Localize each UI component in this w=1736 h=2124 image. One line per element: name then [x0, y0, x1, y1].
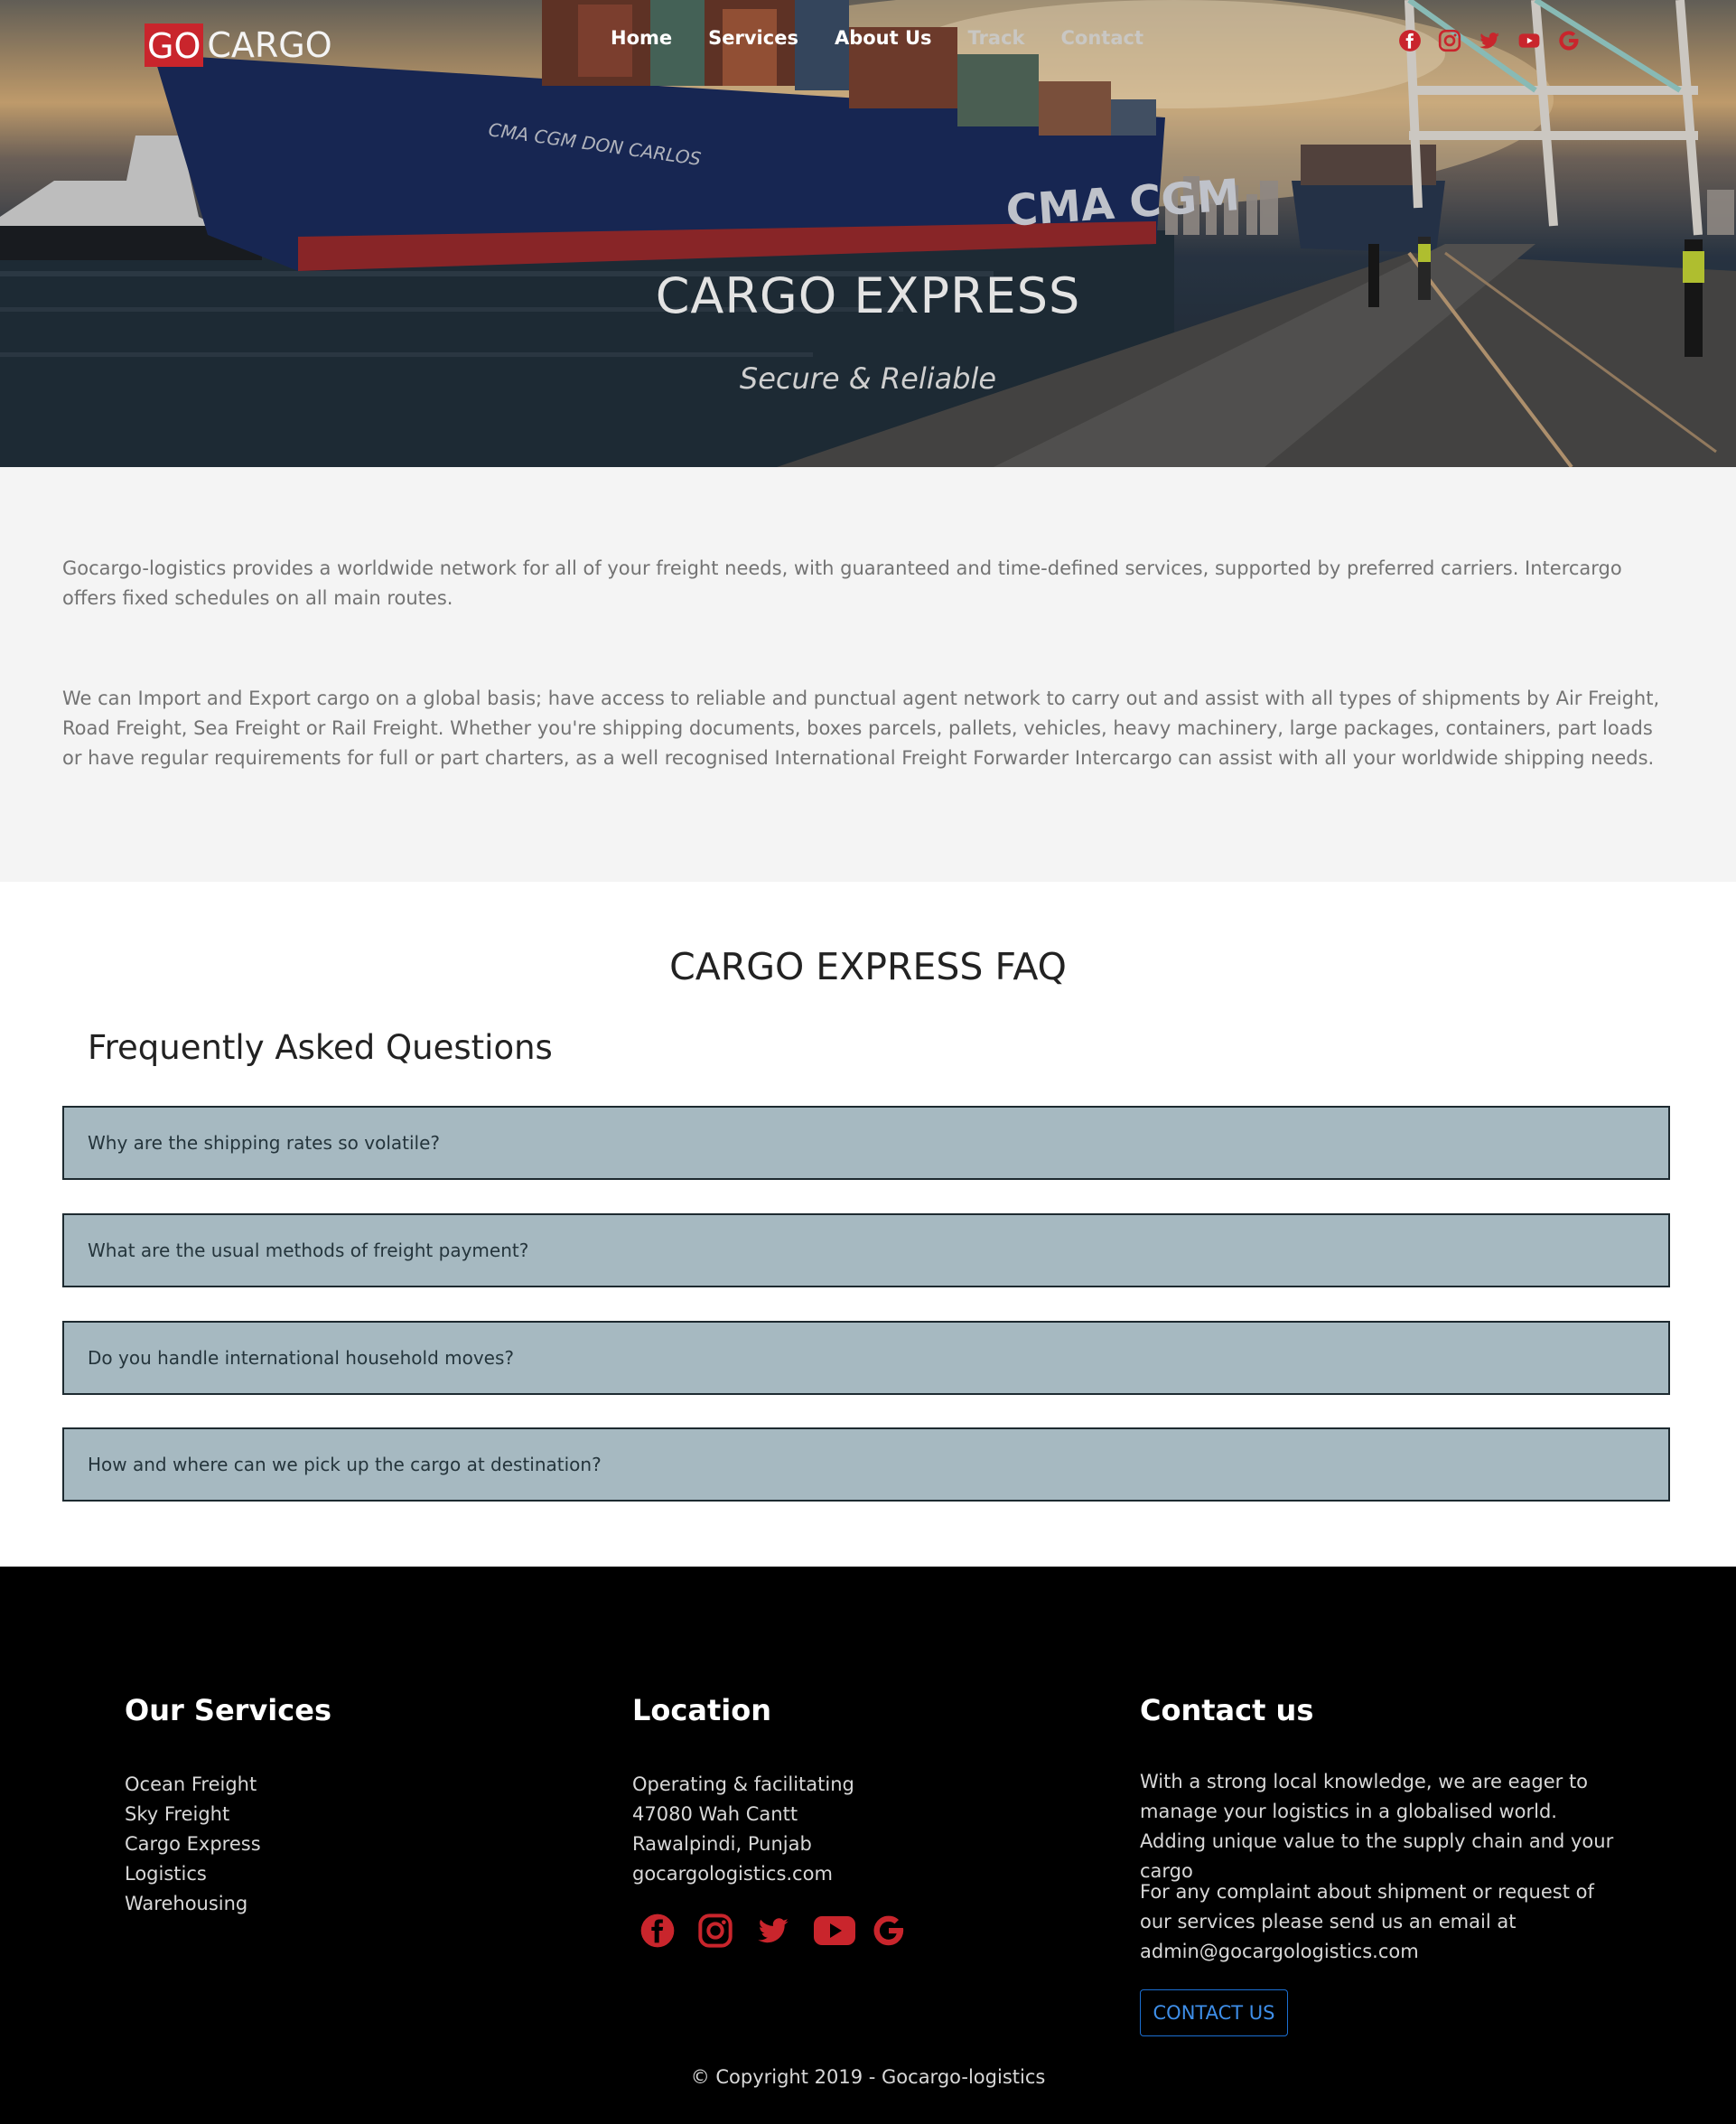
about-paragraph-2: We can Import and Export cargo on a glob…: [62, 688, 1660, 769]
footer-service-link[interactable]: Ocean Freight: [125, 1770, 261, 1800]
about-section: Gocargo-logistics provides a worldwide n…: [0, 467, 1736, 882]
location-website[interactable]: gocargologistics.com: [632, 1859, 854, 1889]
footer-social-links: [639, 1913, 907, 1949]
footer-services-list: Ocean Freight Sky Freight Cargo Express …: [125, 1770, 261, 1919]
location-line: Operating & facilitating: [632, 1773, 854, 1795]
faq-section-title: CARGO EXPRESS FAQ: [669, 945, 1067, 988]
footer-service-link[interactable]: Logistics: [125, 1859, 261, 1889]
instagram-icon[interactable]: [697, 1913, 733, 1949]
footer-service-link[interactable]: Warehousing: [125, 1889, 261, 1919]
location-line: 47080 Wah Cantt: [632, 1803, 798, 1825]
footer-service-link[interactable]: Sky Freight: [125, 1800, 261, 1829]
hero-subtitle: Secure & Reliable: [739, 361, 997, 396]
faq-subtitle: Frequently Asked Questions: [88, 1028, 553, 1067]
top-navbar: GO CARGO Home Services About Us Track Co…: [0, 0, 1736, 81]
logo-go-badge: GO: [145, 23, 204, 67]
google-icon[interactable]: [871, 1913, 907, 1949]
faq-question-text: Do you handle international household mo…: [88, 1347, 515, 1369]
hero-banner: CMA CGM DON CARLOS CMA CGM GO CARGO Home…: [0, 0, 1736, 467]
footer-contact-heading: Contact us: [1140, 1693, 1314, 1727]
hero-title: CARGO EXPRESS: [655, 267, 1081, 324]
nav-link-contact[interactable]: Contact: [1061, 27, 1144, 49]
faq-question-text: What are the usual methods of freight pa…: [88, 1240, 529, 1261]
twitter-icon[interactable]: [755, 1913, 791, 1949]
faq-question-2[interactable]: What are the usual methods of freight pa…: [62, 1213, 1670, 1287]
contact-paragraph-2: For any complaint about shipment or requ…: [1140, 1881, 1594, 1962]
location-line: Rawalpindi, Punjab: [632, 1833, 812, 1855]
instagram-icon[interactable]: [1438, 29, 1465, 52]
footer-services-heading: Our Services: [125, 1693, 331, 1727]
nav-link-home[interactable]: Home: [611, 27, 672, 49]
contact-paragraph-1: With a strong local knowledge, we are ea…: [1140, 1771, 1614, 1882]
faq-question-text: How and where can we pick up the cargo a…: [88, 1454, 602, 1475]
youtube-icon[interactable]: [1517, 29, 1545, 52]
faq-question-text: Why are the shipping rates so volatile?: [88, 1132, 441, 1154]
contact-us-button[interactable]: CONTACT US: [1140, 1989, 1288, 2036]
google-icon[interactable]: [1557, 29, 1584, 52]
faq-question-1[interactable]: Why are the shipping rates so volatile?: [62, 1106, 1670, 1180]
faq-question-4[interactable]: How and where can we pick up the cargo a…: [62, 1427, 1670, 1502]
header-social-links: [1398, 29, 1584, 52]
nav-link-services[interactable]: Services: [708, 27, 798, 49]
facebook-icon[interactable]: [1398, 29, 1425, 52]
site-logo[interactable]: GO CARGO: [145, 22, 332, 69]
nav-link-track[interactable]: Track: [968, 27, 1025, 49]
main-menu: Home Services About Us Track Contact: [611, 27, 1180, 49]
faq-question-3[interactable]: Do you handle international household mo…: [62, 1321, 1670, 1395]
footer-location-heading: Location: [632, 1693, 771, 1727]
copyright-text: © Copyright 2019 - Gocargo-logistics: [690, 2066, 1046, 2088]
youtube-icon[interactable]: [813, 1913, 855, 1949]
footer-service-link[interactable]: Cargo Express: [125, 1829, 261, 1859]
site-footer: Our Services Ocean Freight Sky Freight C…: [0, 1567, 1736, 2124]
nav-link-about-us[interactable]: About Us: [835, 27, 932, 49]
twitter-icon[interactable]: [1478, 29, 1505, 52]
logo-cargo-text: CARGO: [207, 25, 332, 65]
facebook-icon[interactable]: [639, 1913, 676, 1949]
about-paragraph-1: Gocargo-logistics provides a worldwide n…: [62, 557, 1622, 609]
footer-location-lines: Operating & facilitating 47080 Wah Cantt…: [632, 1770, 854, 1889]
